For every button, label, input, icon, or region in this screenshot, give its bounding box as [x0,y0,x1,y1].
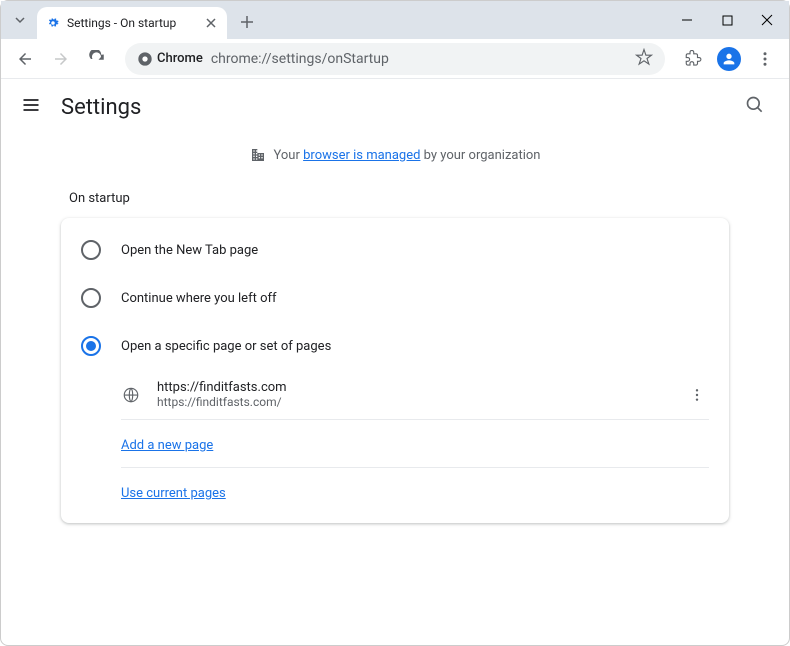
avatar [717,47,741,71]
radio-label: Open the New Tab page [121,243,258,258]
page-title: Settings [61,95,141,120]
radio-specific-pages[interactable]: Open a specific page or set of pages [61,322,729,370]
chevron-down-icon [14,14,26,26]
site-chip-label: Chrome [157,51,203,66]
new-tab-button[interactable] [233,8,261,36]
profile-button[interactable] [713,43,745,75]
search-icon [745,95,765,115]
section-title: On startup [21,175,769,218]
page-url: https://finditfasts.com/ [157,395,669,409]
titlebar: Settings - On startup [1,1,789,39]
extension-icon [684,50,702,68]
globe-icon [121,385,141,405]
settings-content: Your browser is managed by your organiza… [1,135,789,523]
chrome-icon [137,51,153,67]
reload-icon [88,50,106,68]
radio-continue[interactable]: Continue where you left off [61,274,729,322]
page-more-button[interactable] [685,383,709,407]
site-info-chip[interactable]: Chrome [137,51,203,67]
arrow-left-icon [16,50,34,68]
close-window-button[interactable] [753,6,781,34]
tab-close-button[interactable] [203,15,219,31]
add-page-row: Add a new page [61,420,729,467]
radio-label: Continue where you left off [121,291,277,306]
reload-button[interactable] [81,43,113,75]
chrome-menu-button[interactable] [749,43,781,75]
arrow-right-icon [52,50,70,68]
window-controls [673,1,781,39]
browser-toolbar: Chrome chrome://settings/onStartup [1,39,789,79]
managed-link[interactable]: browser is managed [303,148,420,163]
radio-button [81,288,101,308]
extensions-button[interactable] [677,43,709,75]
maximize-icon [722,15,733,26]
url-text: chrome://settings/onStartup [211,51,627,67]
managed-text: Your browser is managed by your organiza… [274,148,541,163]
page-text: https://finditfasts.com https://finditfa… [157,380,669,409]
star-icon [635,48,653,66]
maximize-button[interactable] [713,6,741,34]
page-name: https://finditfasts.com [157,380,669,395]
close-icon [761,14,773,26]
back-button[interactable] [9,43,41,75]
person-icon [721,51,737,67]
add-new-page-link[interactable]: Add a new page [121,438,213,453]
radio-button-checked [81,336,101,356]
managed-notice: Your browser is managed by your organiza… [21,135,769,175]
radio-new-tab[interactable]: Open the New Tab page [61,226,729,274]
close-icon [206,18,216,28]
forward-button[interactable] [45,43,77,75]
minimize-button[interactable] [673,6,701,34]
bookmark-button[interactable] [635,48,653,70]
browser-tab[interactable]: Settings - On startup [37,7,227,39]
more-vert-icon [689,387,705,403]
hamburger-icon [21,95,41,115]
radio-button [81,240,101,260]
tab-title: Settings - On startup [67,16,197,30]
settings-menu-button[interactable] [21,95,45,119]
settings-search-button[interactable] [745,95,769,119]
address-bar[interactable]: Chrome chrome://settings/onStartup [125,43,665,75]
plus-icon [240,15,254,29]
startup-page-entry: https://finditfasts.com https://finditfa… [61,370,729,419]
settings-gear-icon [45,15,61,31]
use-current-pages-link[interactable]: Use current pages [121,486,226,501]
radio-label: Open a specific page or set of pages [121,339,331,354]
more-vert-icon [756,50,774,68]
tab-search-dropdown[interactable] [9,9,31,31]
startup-card: Open the New Tab page Continue where you… [61,218,729,523]
domain-icon [250,147,266,163]
use-current-row: Use current pages [61,468,729,515]
settings-header: Settings [1,79,789,135]
minimize-icon [681,14,693,26]
